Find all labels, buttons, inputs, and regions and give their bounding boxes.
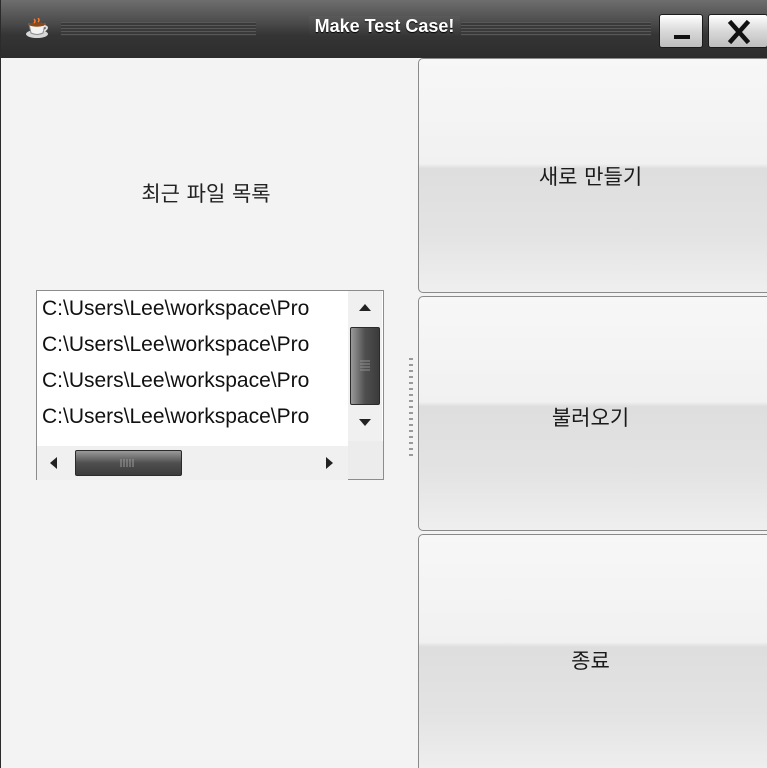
app-window: Make Test Case! 최근 파일 목록 C:\Users\Lee\wo… xyxy=(0,0,767,768)
recent-files-list[interactable]: C:\Users\Lee\workspace\Pro C:\Users\Lee\… xyxy=(36,290,384,480)
close-button[interactable] xyxy=(708,14,767,48)
list-item[interactable]: C:\Users\Lee\workspace\Pro xyxy=(42,364,348,398)
vertical-scrollbar[interactable] xyxy=(348,291,382,441)
load-file-button[interactable]: 불러오기 xyxy=(418,296,767,531)
list-item[interactable]: C:\Users\Lee\workspace\Pro xyxy=(42,328,348,362)
grip-icon xyxy=(360,360,370,371)
close-icon xyxy=(727,19,751,45)
scroll-left-icon[interactable] xyxy=(47,455,59,471)
window-title: Make Test Case! xyxy=(1,16,767,37)
exit-button-label: 종료 xyxy=(571,649,610,673)
exit-button[interactable]: 종료 xyxy=(418,534,767,768)
scrollbar-corner xyxy=(348,441,383,479)
new-file-button[interactable]: 새로 만들기 xyxy=(418,58,767,293)
list-item[interactable]: C:\Users\Lee\workspace\Pro xyxy=(42,400,348,434)
minimize-icon xyxy=(674,35,690,39)
scroll-up-icon[interactable] xyxy=(357,301,373,313)
load-file-button-label: 불러오기 xyxy=(551,406,630,430)
scroll-down-icon[interactable] xyxy=(357,417,373,429)
main-panel: 최근 파일 목록 C:\Users\Lee\workspace\Pro C:\U… xyxy=(1,58,767,768)
recent-files-label: 최근 파일 목록 xyxy=(141,182,271,206)
horizontal-scroll-thumb[interactable] xyxy=(75,450,182,476)
grip-icon xyxy=(120,459,134,467)
new-file-button-label: 새로 만들기 xyxy=(538,165,643,189)
list-item[interactable]: C:\Users\Lee\workspace\Pro xyxy=(42,292,348,326)
vertical-scroll-thumb[interactable] xyxy=(350,327,380,405)
minimize-button[interactable] xyxy=(659,14,703,48)
title-bar[interactable]: Make Test Case! xyxy=(1,0,767,58)
split-pane-divider[interactable] xyxy=(409,358,413,460)
horizontal-scrollbar[interactable] xyxy=(37,446,348,480)
scroll-right-icon[interactable] xyxy=(324,455,336,471)
